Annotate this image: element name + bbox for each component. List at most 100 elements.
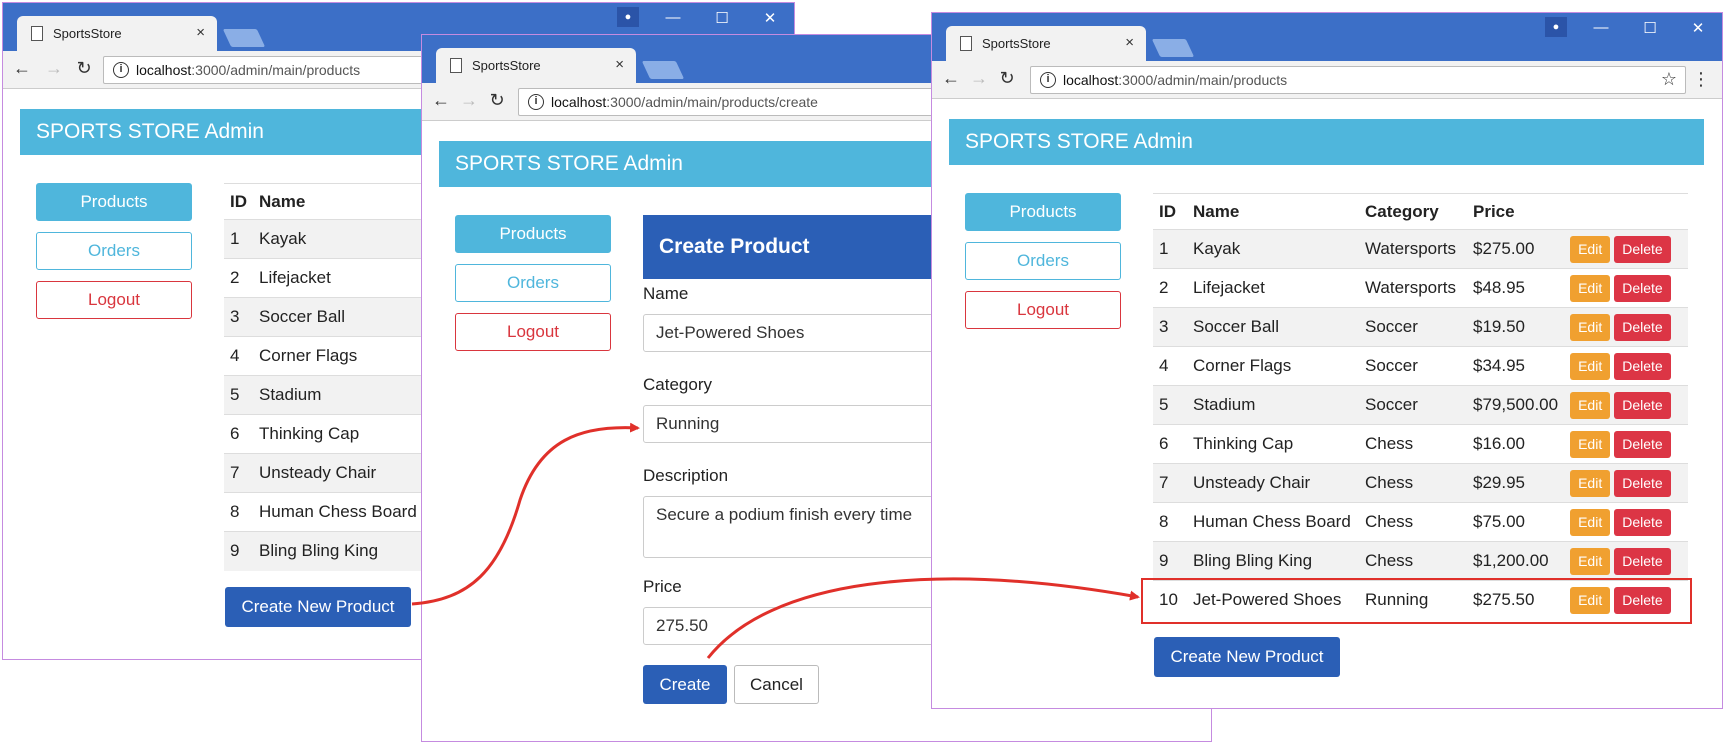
new-tab-button[interactable] [222, 29, 266, 47]
nav-products-button[interactable]: Products [455, 215, 611, 253]
edit-button[interactable]: Edit [1570, 274, 1611, 302]
minimize-icon[interactable]: — [1586, 19, 1616, 36]
maximize-icon[interactable]: ☐ [1635, 19, 1665, 37]
table-header-row: ID Name Category Price [1153, 193, 1688, 230]
delete-button[interactable]: Delete [1614, 469, 1671, 497]
column-header: Price [1467, 193, 1565, 230]
name-cell: Lifejacket [1187, 268, 1359, 308]
nav-products-button[interactable]: Products [36, 183, 192, 221]
delete-button[interactable]: Delete [1614, 430, 1671, 458]
logout-button[interactable]: Logout [965, 291, 1121, 329]
nav-products-button[interactable]: Products [965, 193, 1121, 231]
category-cell: Chess [1359, 502, 1467, 542]
name-label: Name [643, 284, 689, 303]
nav-orders-button[interactable]: Orders [965, 242, 1121, 280]
title-bar: SportsStore × ● — ☐ ✕ [932, 13, 1722, 61]
back-arrow-icon[interactable]: ← [940, 68, 962, 89]
category-cell: Chess [1359, 541, 1467, 581]
edit-button[interactable]: Edit [1570, 352, 1611, 380]
delete-button[interactable]: Delete [1614, 313, 1671, 341]
cancel-button[interactable]: Cancel [734, 665, 819, 704]
close-window-icon[interactable]: ✕ [755, 9, 785, 27]
new-tab-button[interactable] [641, 61, 685, 79]
products-table: ID Name Category Price 1 Kayak Watersports… [1153, 193, 1688, 620]
logout-button[interactable]: Logout [455, 313, 611, 351]
minimize-icon[interactable]: — [658, 9, 688, 26]
edit-button[interactable]: Edit [1570, 508, 1611, 536]
create-new-product-button[interactable]: Create New Product [225, 587, 411, 627]
edit-button[interactable]: Edit [1570, 430, 1611, 458]
url-text: localhost:3000/admin/main/products/creat… [551, 94, 818, 110]
price-cell: $75.00 [1467, 502, 1565, 542]
browser-tab[interactable]: SportsStore × [17, 16, 217, 51]
tab-close-icon[interactable]: × [1125, 34, 1134, 51]
back-arrow-icon[interactable]: ← [430, 90, 452, 111]
table-row: 9 Bling Bling King Chess $1,200.00 Edit Delet… [1153, 541, 1688, 581]
category-cell: Chess [1359, 424, 1467, 464]
tab-close-icon[interactable]: × [615, 56, 624, 73]
edit-button[interactable]: Edit [1570, 469, 1611, 497]
info-icon[interactable]: i [528, 94, 544, 110]
tab-title: SportsStore [982, 36, 1051, 51]
forward-arrow-icon[interactable]: → [458, 90, 480, 111]
name-cell: Stadium [1187, 385, 1359, 425]
url-text: localhost:3000/admin/main/products [136, 62, 361, 78]
address-bar[interactable]: i localhost:3000/admin/main/products ☆ [1030, 66, 1686, 94]
price-cell: $79,500.00 [1467, 385, 1565, 425]
tab-title: SportsStore [472, 58, 541, 73]
browser-tab[interactable]: SportsStore × [946, 26, 1146, 61]
delete-button[interactable]: Delete [1614, 547, 1671, 575]
table-row: 5 Stadium Soccer $79,500.00 Edit Delete [1153, 385, 1688, 425]
name-cell: Thinking Cap [1187, 424, 1359, 464]
user-profile-icon[interactable]: ● [617, 7, 639, 27]
reload-icon[interactable]: ↻ [73, 58, 95, 79]
actions-cell: Edit Delete [1564, 346, 1688, 386]
edit-button[interactable]: Edit [1570, 235, 1611, 263]
delete-button[interactable]: Delete [1614, 352, 1671, 380]
info-icon[interactable]: i [1040, 72, 1056, 88]
create-new-product-button[interactable]: Create New Product [1154, 637, 1340, 677]
reload-icon[interactable]: ↻ [486, 90, 508, 111]
actions-cell: Edit Delete [1564, 385, 1688, 425]
forward-arrow-icon[interactable]: → [43, 58, 65, 79]
tab-close-icon[interactable]: × [196, 24, 205, 41]
delete-button[interactable]: Delete [1614, 235, 1671, 263]
price-label: Price [643, 577, 682, 596]
nav-orders-button[interactable]: Orders [455, 264, 611, 302]
actions-cell: Edit Delete [1564, 502, 1688, 542]
close-window-icon[interactable]: ✕ [1683, 19, 1713, 37]
edit-button[interactable]: Edit [1570, 391, 1611, 419]
name-cell: Soccer Ball [1187, 307, 1359, 347]
delete-button[interactable]: Delete [1614, 508, 1671, 536]
edit-button[interactable]: Edit [1570, 547, 1611, 575]
browser-tab[interactable]: SportsStore × [436, 48, 636, 83]
page-icon [450, 58, 462, 73]
new-row-highlight [1141, 578, 1692, 624]
name-cell: Kayak [1187, 229, 1359, 269]
delete-button[interactable]: Delete [1614, 391, 1671, 419]
nav-orders-button[interactable]: Orders [36, 232, 192, 270]
info-icon[interactable]: i [113, 62, 129, 78]
edit-button[interactable]: Edit [1570, 313, 1611, 341]
maximize-icon[interactable]: ☐ [707, 9, 737, 27]
back-arrow-icon[interactable]: ← [11, 58, 33, 79]
create-button[interactable]: Create [643, 665, 727, 704]
new-tab-button[interactable] [1151, 39, 1195, 57]
column-header: Name [1187, 193, 1359, 230]
delete-button[interactable]: Delete [1614, 274, 1671, 302]
tab-title: SportsStore [53, 26, 122, 41]
table-row: 1 Kayak Watersports $275.00 Edit Delete [1153, 229, 1688, 269]
page-icon [31, 26, 43, 41]
id-cell: 5 [224, 375, 253, 415]
logout-button[interactable]: Logout [36, 281, 192, 319]
reload-icon[interactable]: ↻ [996, 68, 1018, 89]
actions-cell: Edit Delete [1564, 463, 1688, 503]
forward-arrow-icon[interactable]: → [968, 68, 990, 89]
id-cell: 1 [1153, 229, 1187, 269]
id-cell: 9 [1153, 541, 1187, 581]
bookmark-star-icon[interactable]: ☆ [1661, 69, 1677, 90]
price-cell: $1,200.00 [1467, 541, 1565, 581]
user-profile-icon[interactable]: ● [1545, 17, 1567, 37]
menu-dots-icon[interactable]: ⋮ [1692, 69, 1710, 90]
id-cell: 8 [224, 492, 253, 532]
